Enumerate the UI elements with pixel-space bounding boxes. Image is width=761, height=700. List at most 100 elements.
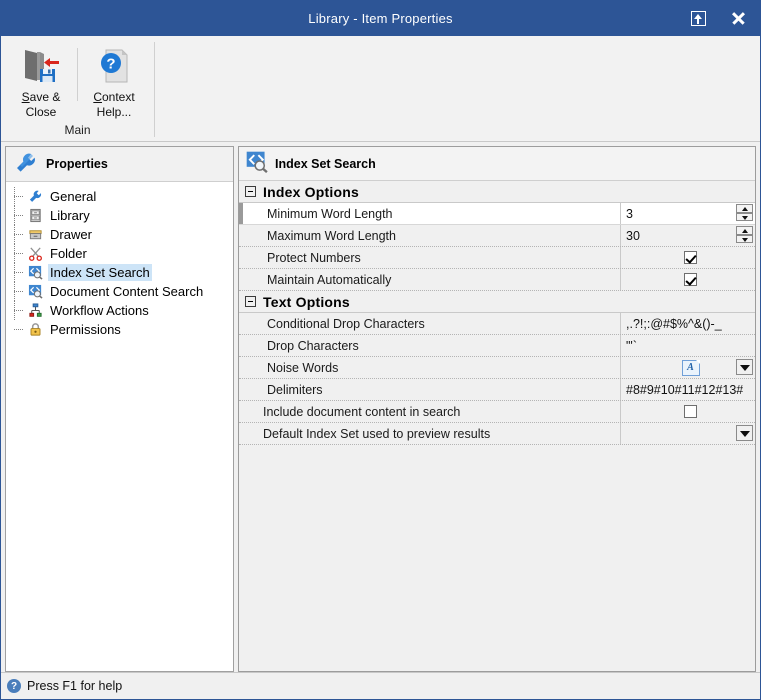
- property-value[interactable]: ,.?!;:@#$%^&()-_: [621, 313, 755, 334]
- protect-numbers-checkbox[interactable]: [684, 251, 697, 264]
- drawer-icon: [27, 226, 44, 243]
- ribbon-separator: [77, 48, 78, 101]
- sidebar-item-general[interactable]: General: [6, 187, 233, 206]
- scissors-icon: [27, 245, 44, 262]
- sidebar-item-label: Folder: [50, 246, 87, 261]
- property-label: Maintain Automatically: [243, 269, 621, 290]
- property-row-conditional-drop-characters[interactable]: Conditional Drop Characters ,.?!;:@#$%^&…: [239, 313, 755, 335]
- property-row-noise-words[interactable]: Noise Words A: [239, 357, 755, 379]
- help-question-icon: ?: [7, 679, 21, 693]
- context-help-button[interactable]: ? Context Help...: [80, 42, 148, 120]
- title-bar: Library - Item Properties: [1, 1, 760, 36]
- minimum-word-length-stepper[interactable]: [736, 204, 753, 221]
- item-properties-window: Library - Item Properties Save & Close ?…: [0, 0, 761, 700]
- stepper-down-icon[interactable]: [736, 234, 753, 243]
- property-value[interactable]: [621, 401, 755, 422]
- property-label: Drop Characters: [243, 335, 621, 356]
- sidebar-item-document-content-search[interactable]: Document Content Search: [6, 282, 233, 301]
- save-and-close-button[interactable]: Save & Close: [7, 42, 75, 120]
- property-label: Conditional Drop Characters: [243, 313, 621, 334]
- property-label: Minimum Word Length: [243, 203, 621, 224]
- sidebar-item-permissions[interactable]: Permissions: [6, 320, 233, 339]
- tree-connector: [14, 310, 23, 311]
- restore-button[interactable]: [680, 1, 716, 36]
- property-label: Delimiters: [243, 379, 621, 400]
- property-value[interactable]: [621, 247, 755, 268]
- tree-connector: [14, 329, 23, 330]
- property-row-maximum-word-length[interactable]: Maximum Word Length 30: [239, 225, 755, 247]
- tree-connector: [14, 253, 23, 254]
- sidebar-item-drawer[interactable]: Drawer: [6, 225, 233, 244]
- stepper-up-icon[interactable]: [736, 204, 753, 213]
- property-grid-header: Index Set Search: [239, 147, 755, 181]
- property-row-default-index-set[interactable]: Default Index Set used to preview result…: [239, 423, 755, 445]
- default-index-set-dropdown-button[interactable]: [736, 425, 753, 441]
- drop-characters-value: "'`: [626, 338, 637, 353]
- properties-tree-header: Properties: [6, 147, 233, 182]
- stepper-down-icon[interactable]: [736, 212, 753, 221]
- tree-connector: [14, 196, 23, 197]
- property-row-maintain-automatically[interactable]: Maintain Automatically: [239, 269, 755, 291]
- property-label: Maximum Word Length: [243, 225, 621, 246]
- category-label: Index Options: [263, 183, 359, 200]
- sidebar-item-label: Document Content Search: [50, 284, 204, 299]
- collapse-icon[interactable]: [245, 296, 256, 307]
- property-value[interactable]: [621, 269, 755, 290]
- sidebar-item-folder[interactable]: Folder: [6, 244, 233, 263]
- property-row-drop-characters[interactable]: Drop Characters "'`: [239, 335, 755, 357]
- tree-connector: [14, 234, 23, 235]
- wrench-icon: [27, 188, 44, 205]
- properties-tree-title: Properties: [46, 157, 108, 171]
- properties-tree-list: General Library Drawer Folder Index Set …: [6, 182, 233, 671]
- sidebar-item-label: General: [50, 189, 97, 204]
- maximum-word-length-stepper[interactable]: [736, 226, 753, 243]
- include-document-content-checkbox[interactable]: [684, 405, 697, 418]
- property-value[interactable]: A: [621, 357, 755, 378]
- category-index-options[interactable]: Index Options: [239, 181, 755, 203]
- window-controls: [680, 1, 760, 36]
- sidebar-item-label: Drawer: [50, 227, 92, 242]
- ribbon-group-divider: [154, 42, 155, 137]
- maximum-word-length-value: 30: [626, 228, 640, 243]
- property-label: Noise Words: [243, 357, 621, 378]
- noise-words-dropdown-button[interactable]: [736, 359, 753, 375]
- ribbon-group-main: Save & Close ? Context Help... Main: [1, 36, 154, 141]
- property-row-protect-numbers[interactable]: Protect Numbers: [239, 247, 755, 269]
- checkbox-wrapper: [626, 405, 755, 418]
- property-row-include-document-content-in-search[interactable]: Include document content in search: [239, 401, 755, 423]
- ribbon-group-label: Main: [64, 123, 91, 137]
- text-editor-icon[interactable]: A: [681, 359, 700, 376]
- property-label: Protect Numbers: [243, 247, 621, 268]
- property-value[interactable]: [621, 423, 755, 444]
- checkbox-wrapper: [626, 273, 755, 286]
- close-button[interactable]: [716, 1, 760, 36]
- tree-connector: [14, 215, 23, 216]
- property-value[interactable]: "'`: [621, 335, 755, 356]
- index-search-icon: [27, 283, 44, 300]
- cabinet-icon: [27, 207, 44, 224]
- category-text-options[interactable]: Text Options: [239, 291, 755, 313]
- sidebar-item-label: Workflow Actions: [50, 303, 149, 318]
- property-value[interactable]: #8#9#10#11#12#13#: [621, 379, 755, 400]
- context-help-icon: ?: [94, 46, 134, 86]
- property-value[interactable]: 30: [621, 225, 755, 246]
- tree-connector: [14, 291, 23, 292]
- stepper-up-icon[interactable]: [736, 226, 753, 235]
- close-icon: [731, 11, 746, 26]
- collapse-icon[interactable]: [245, 186, 256, 197]
- minimum-word-length-value: 3: [626, 206, 633, 221]
- property-grid-body: Index Options Minimum Word Length 3 Maxi…: [239, 181, 755, 671]
- sidebar-item-index-set-search[interactable]: Index Set Search: [6, 263, 233, 282]
- restore-icon: [690, 11, 706, 26]
- status-bar: ? Press F1 for help: [1, 672, 760, 699]
- property-value[interactable]: 3: [621, 203, 755, 224]
- property-row-minimum-word-length[interactable]: Minimum Word Length 3: [239, 203, 755, 225]
- sidebar-item-label: Permissions: [50, 322, 121, 337]
- maintain-automatically-checkbox[interactable]: [684, 273, 697, 286]
- sidebar-item-library[interactable]: Library: [6, 206, 233, 225]
- sidebar-item-workflow-actions[interactable]: Workflow Actions: [6, 301, 233, 320]
- sidebar-item-label: Library: [50, 208, 90, 223]
- status-bar-text: Press F1 for help: [27, 679, 123, 693]
- checkbox-wrapper: [626, 251, 755, 264]
- property-row-delimiters[interactable]: Delimiters #8#9#10#11#12#13#: [239, 379, 755, 401]
